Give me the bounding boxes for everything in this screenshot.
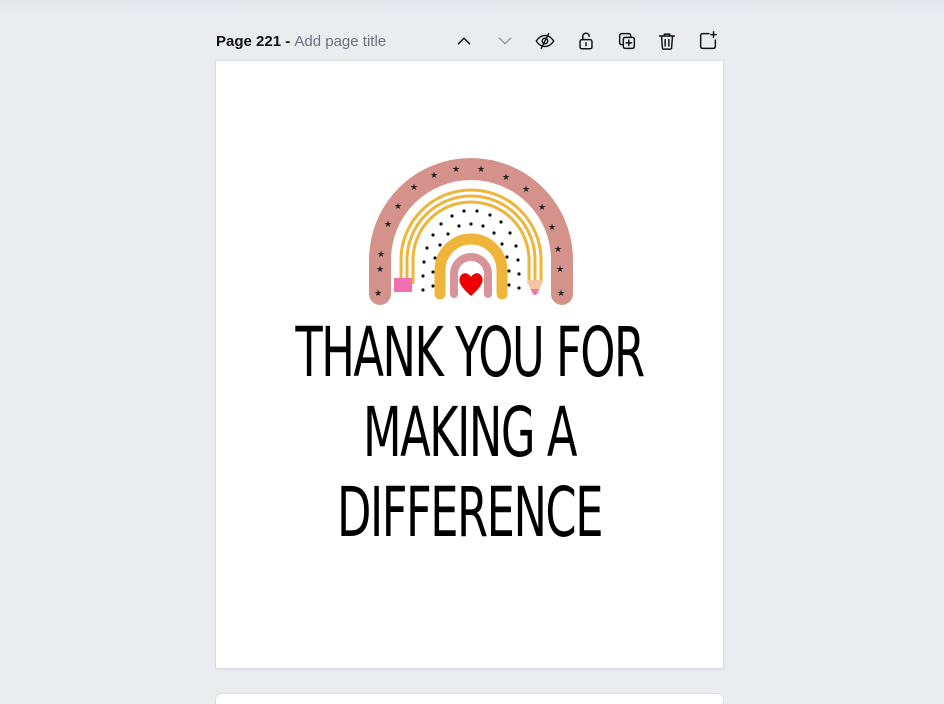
svg-text:★: ★ [522, 185, 530, 195]
rainbow-pencil-heart-graphic[interactable]: ★★★ ★★★ ★★ ★ ★★★ ★★★ ★ [366, 156, 576, 306]
svg-text:★: ★ [548, 223, 556, 233]
duplicate-page-button[interactable] [611, 26, 643, 56]
headline-line-2: MAKING A [363, 393, 577, 473]
unlock-icon [579, 32, 593, 50]
trash-icon [659, 33, 676, 50]
chevron-up-icon [457, 37, 471, 45]
page-title-separator: - [281, 32, 295, 50]
svg-text:★: ★ [376, 265, 384, 275]
hide-page-button[interactable] [529, 26, 561, 56]
svg-text:★: ★ [554, 245, 562, 255]
svg-text:★: ★ [477, 165, 485, 175]
page-title-input[interactable]: Add page title [294, 33, 386, 50]
svg-text:★: ★ [410, 183, 418, 193]
svg-text:★: ★ [538, 203, 546, 213]
svg-text:★: ★ [394, 202, 402, 212]
svg-text:★: ★ [377, 250, 385, 260]
svg-text:★: ★ [374, 289, 382, 299]
lock-page-button[interactable] [570, 26, 602, 56]
svg-text:★: ★ [556, 265, 564, 275]
headline-line-3: DIFFERENCE [336, 473, 603, 553]
headline-line-1: THANK YOU FOR [295, 313, 645, 393]
svg-text:★: ★ [557, 289, 565, 299]
svg-text:★: ★ [452, 165, 460, 175]
svg-text:★: ★ [430, 171, 438, 181]
next-page-canvas[interactable] [216, 694, 723, 704]
add-page-button[interactable] [692, 26, 724, 56]
move-page-down-button[interactable] [489, 26, 521, 56]
duplicate-icon [618, 32, 635, 50]
scroll-shadow [0, 0, 944, 14]
headline-text[interactable]: THANK YOU FOR MAKING A DIFFERENCE [287, 313, 652, 553]
svg-text:★: ★ [502, 173, 510, 183]
page-label: Page 221 - Add page title [216, 33, 386, 50]
delete-page-button[interactable] [651, 26, 683, 56]
move-page-up-button[interactable] [448, 26, 480, 56]
page-toolbar [448, 26, 733, 56]
eye-slash-icon [535, 32, 555, 50]
page-number: Page 221 [216, 32, 282, 50]
svg-text:★: ★ [384, 220, 392, 230]
add-page-icon [700, 31, 718, 50]
chevron-down-icon [498, 37, 511, 45]
design-page-canvas[interactable]: ★ ★ ★ ★ ★ ★ ★ ★ ★ ★ ★ ★ ★ ★ ★ ★ THANK YO… [216, 61, 723, 668]
